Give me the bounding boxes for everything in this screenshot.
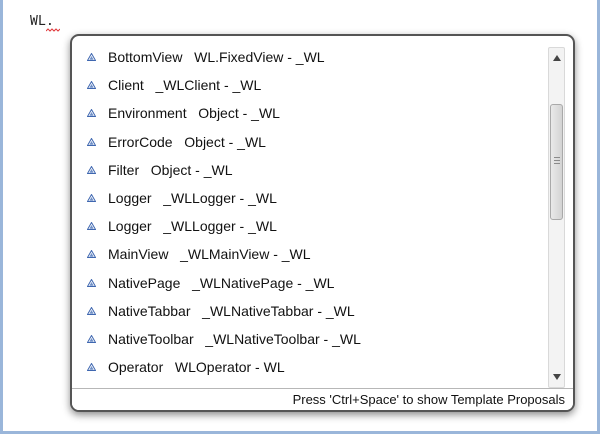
scroll-thumb[interactable]	[550, 104, 563, 220]
proposal-name: Environment	[108, 105, 187, 122]
grip-icon	[554, 157, 560, 166]
proposal-detail: WLOperator - WL	[174, 359, 285, 376]
proposal-item[interactable]: Client _WLClient - _WL	[80, 72, 542, 98]
triangle-icon	[82, 222, 100, 231]
proposal-item[interactable]: NativeTabbar _WLNativeTabbar - _WL	[80, 298, 542, 324]
proposal-name: NativeToolbar	[108, 331, 194, 347]
proposal-detail: _WLMainView - _WL	[180, 246, 311, 263]
triangle-icon	[82, 165, 100, 174]
proposal-detail: Object - _WL	[150, 161, 233, 178]
proposal-name: Logger	[108, 218, 152, 235]
proposal-name: Filter	[108, 161, 140, 178]
proposal-detail: _WLLogger - _WL	[163, 218, 277, 235]
triangle-icon	[82, 194, 100, 202]
proposal-detail: _WLLogger - _WL	[163, 190, 277, 206]
proposal-name: NativeTabbar	[108, 302, 191, 319]
proposal-detail: _WLNativePage - _WL	[192, 274, 335, 291]
triangle-icon	[82, 335, 100, 343]
proposal-item[interactable]: MainView _WLMainView - _WL	[80, 241, 542, 267]
code-line[interactable]: WL.	[30, 14, 54, 29]
proposal-detail: Object - _WL	[198, 105, 280, 122]
proposal-detail: _WLNativeTabbar - _WL	[202, 302, 355, 319]
proposal-detail: _WLClient - _WL	[155, 77, 262, 94]
proposal-item[interactable]: Operator WLOperator - WL	[80, 354, 542, 380]
scroll-up-arrow-icon[interactable]	[549, 50, 564, 66]
error-squiggle	[46, 28, 60, 32]
proposal-name: MainView	[108, 246, 169, 263]
proposal-detail: Object - _WL	[184, 133, 266, 150]
triangle-icon	[82, 306, 100, 315]
proposal-list[interactable]: BottomView WL.FixedView - _WL Client _WLC…	[80, 44, 542, 386]
proposal-item[interactable]: Filter Object - _WL	[80, 157, 542, 183]
proposal-item[interactable]: Logger _WLLogger - _WL	[80, 213, 542, 239]
triangle-icon	[82, 278, 100, 287]
triangle-icon	[82, 363, 100, 372]
scroll-down-arrow-icon[interactable]	[549, 369, 564, 385]
proposal-name: Operator	[108, 359, 164, 376]
proposal-name: ErrorCode	[108, 133, 173, 150]
proposal-item[interactable]: Environment Object - _WL	[80, 100, 542, 126]
content-assist-popup: BottomView WL.FixedView - _WL Client _WLC…	[70, 34, 575, 412]
triangle-icon	[82, 109, 100, 118]
triangle-icon	[82, 250, 100, 259]
proposal-item[interactable]: BottomView WL.FixedView - _WL	[80, 44, 542, 70]
proposal-name: NativePage	[108, 274, 181, 291]
proposal-name: Client	[108, 77, 144, 94]
proposal-item[interactable]: NativePage _WLNativePage - _WL	[80, 270, 542, 296]
triangle-icon	[82, 53, 100, 61]
proposal-name: Logger	[108, 190, 152, 206]
proposal-detail: WL.FixedView - _WL	[194, 49, 325, 65]
triangle-icon	[82, 81, 100, 90]
proposal-name: BottomView	[108, 49, 183, 65]
proposal-item[interactable]: NativeToolbar _WLNativeToolbar - _WL	[80, 326, 542, 352]
proposal-detail: _WLNativeToolbar - _WL	[205, 331, 361, 347]
status-hint: Press 'Ctrl+Space' to show Template Prop…	[72, 388, 573, 410]
triangle-icon	[82, 137, 100, 146]
proposal-item[interactable]: Logger _WLLogger - _WL	[80, 185, 542, 211]
code-editor[interactable]: WL. BottomView WL.FixedView - _WL Client …	[0, 0, 600, 434]
proposal-item[interactable]: ErrorCode Object - _WL	[80, 129, 542, 155]
scrollbar[interactable]	[548, 47, 565, 388]
